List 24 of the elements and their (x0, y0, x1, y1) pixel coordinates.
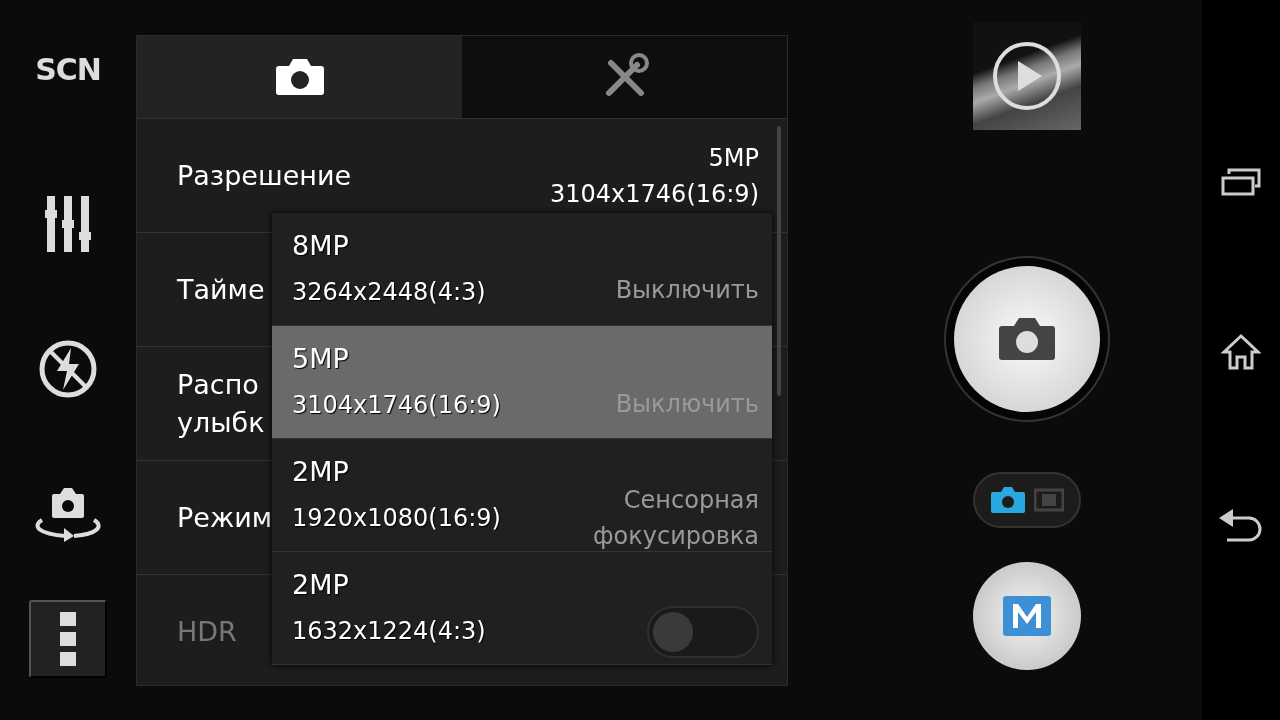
camera-mode-button[interactable] (990, 486, 1026, 514)
camera-icon (997, 317, 1057, 361)
setting-label: HDR (177, 614, 237, 649)
setting-value: Сенсорная фокусировка (593, 484, 759, 552)
setting-label: Распо улыбк (177, 367, 265, 440)
setting-value: 5MP 3104x1746(16:9) (550, 142, 759, 210)
m-letter-icon (1003, 596, 1051, 636)
resolution-option[interactable]: 2MP 1632x1224(4:3) (272, 552, 772, 665)
sliders-icon[interactable] (45, 196, 91, 252)
more-options-button[interactable] (29, 600, 107, 678)
setting-value: Выключить (615, 274, 759, 306)
settings-tab[interactable] (137, 36, 462, 118)
setting-label: Тайме (177, 272, 265, 307)
scene-mode-button[interactable]: SCN (35, 52, 101, 92)
flash-off-icon[interactable] (39, 340, 97, 398)
play-icon (992, 41, 1062, 111)
recent-apps-icon[interactable] (1221, 168, 1261, 197)
setting-label: Разрешение (177, 158, 352, 193)
menu-icon (60, 612, 76, 666)
last-photo-thumbnail[interactable] (973, 22, 1081, 130)
setting-label: Режим (177, 500, 273, 535)
back-icon[interactable] (1219, 507, 1263, 542)
camera-icon (274, 58, 325, 96)
home-icon[interactable] (1221, 333, 1261, 371)
